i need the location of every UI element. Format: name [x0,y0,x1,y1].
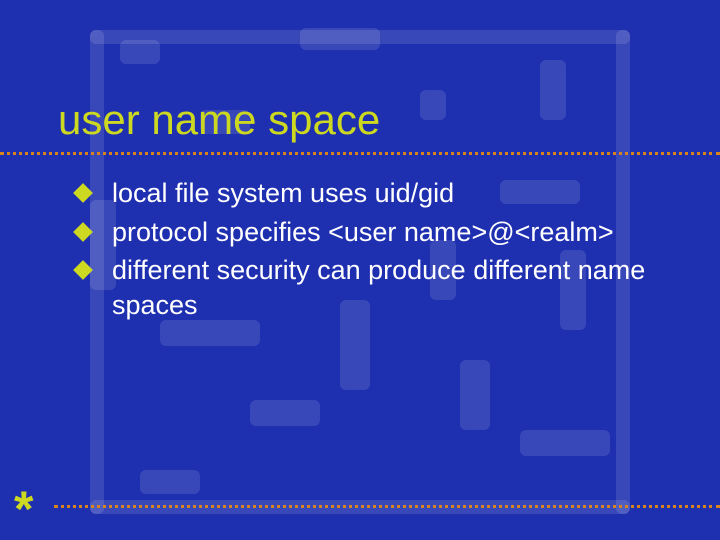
asterisk-icon: * [14,484,33,534]
divider-bottom [54,505,720,508]
bullet-text: different security can produce different… [112,255,645,320]
bullet-text: protocol specifies <user name>@<realm> [112,217,614,247]
bullet-item: protocol specifies <user name>@<realm> [76,215,680,250]
diamond-icon [73,260,93,280]
diamond-icon [73,222,93,242]
slide: user name space local file system uses u… [0,0,720,540]
bullet-item: local file system uses uid/gid [76,176,680,211]
divider-top [0,152,720,155]
diamond-icon [73,183,93,203]
bullet-item: different security can produce different… [76,253,680,322]
slide-title: user name space [58,96,380,144]
bullet-list: local file system uses uid/gid protocol … [76,176,680,326]
bullet-text: local file system uses uid/gid [112,178,454,208]
